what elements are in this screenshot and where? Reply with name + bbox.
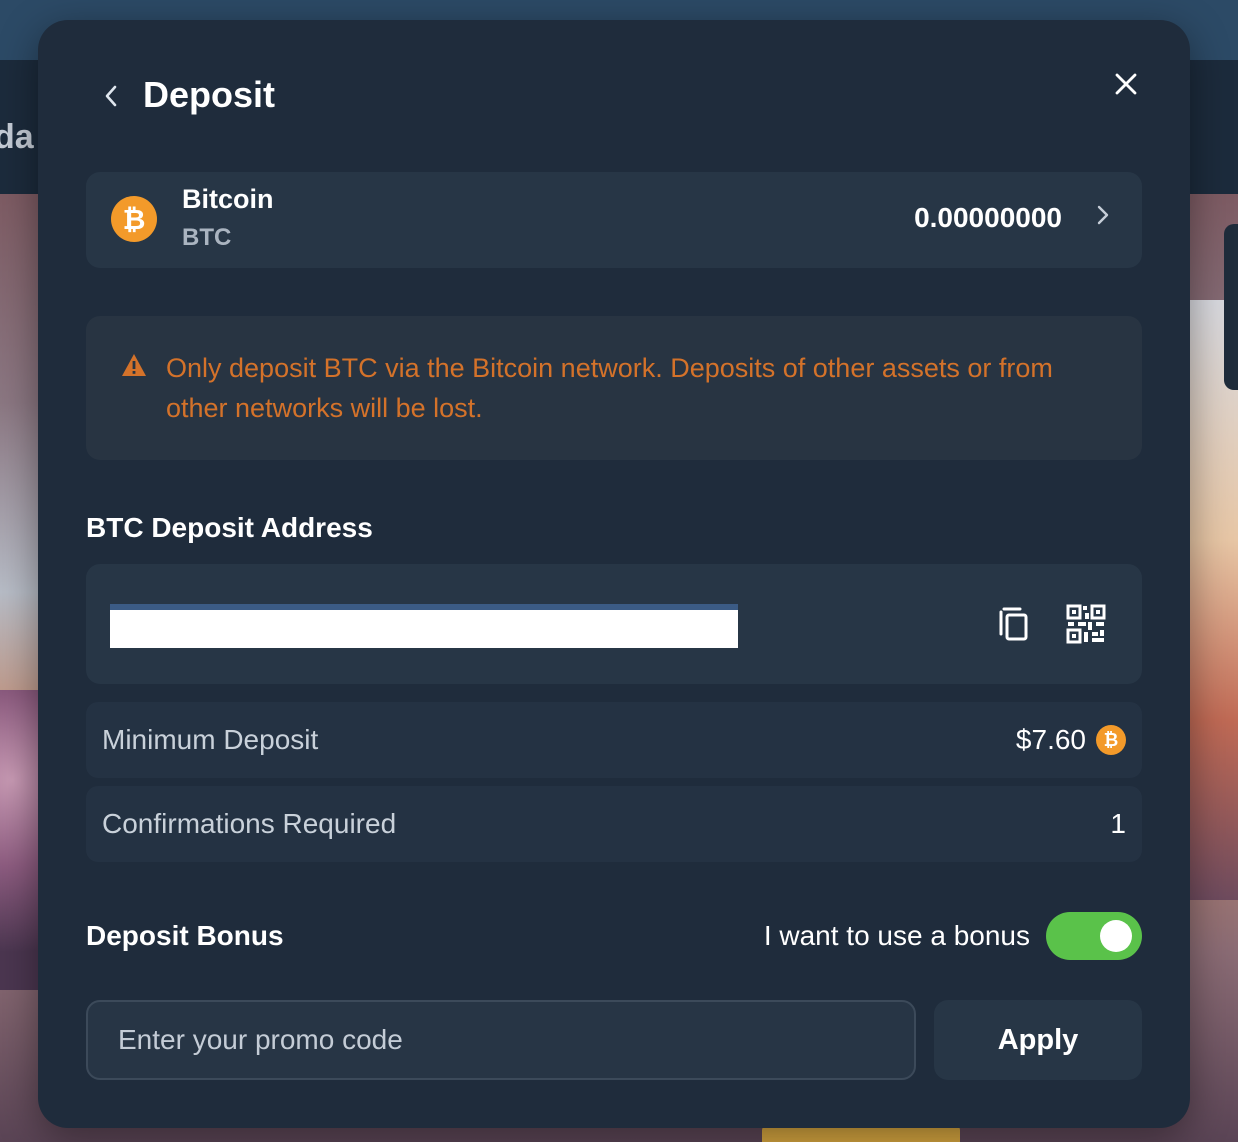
minimum-deposit-row: Minimum Deposit $7.60 ₿	[86, 702, 1142, 778]
modal-title: Deposit	[143, 74, 276, 115]
close-button[interactable]	[1110, 68, 1142, 100]
promo-code-input[interactable]	[86, 1000, 916, 1080]
bonus-toggle-label: I want to use a bonus	[763, 920, 1030, 951]
deposit-address-value[interactable]	[110, 604, 738, 648]
qr-code-button[interactable]	[1066, 604, 1106, 644]
close-icon	[1115, 73, 1137, 95]
background-side-tab[interactable]	[1224, 224, 1238, 390]
back-button[interactable]	[98, 80, 124, 112]
warning-triangle-icon	[122, 354, 146, 376]
minimum-deposit-value: $7.60	[1015, 724, 1086, 755]
currency-name: Bitcoin	[182, 184, 274, 214]
copy-icon	[999, 607, 1028, 641]
currency-balance: 0.00000000	[914, 202, 1062, 233]
background-nav-text: da	[0, 118, 34, 156]
toggle-knob	[1100, 920, 1132, 952]
bitcoin-icon: ₿	[111, 196, 157, 242]
currency-symbol: BTC	[182, 224, 232, 251]
apply-button[interactable]: Apply	[934, 1000, 1142, 1080]
bonus-toggle[interactable]	[1046, 912, 1142, 960]
confirmations-row: Confirmations Required 1	[86, 786, 1142, 862]
deposit-bonus-title: Deposit Bonus	[86, 920, 284, 951]
chevron-left-icon	[105, 85, 117, 107]
bitcoin-icon: ₿	[1096, 725, 1126, 755]
background-bottom-item	[762, 1126, 960, 1142]
copy-address-button[interactable]	[996, 604, 1032, 644]
warning-text: Only deposit BTC via the Bitcoin network…	[166, 353, 1053, 423]
address-box	[86, 564, 1142, 684]
chevron-right-icon	[1096, 202, 1110, 234]
network-warning: Only deposit BTC via the Bitcoin network…	[86, 316, 1142, 460]
minimum-deposit-label: Minimum Deposit	[102, 724, 319, 755]
confirmations-value: 1	[1110, 808, 1126, 839]
address-section-title: BTC Deposit Address	[86, 512, 373, 543]
currency-selector[interactable]: ₿ Bitcoin BTC 0.00000000	[86, 172, 1142, 268]
confirmations-label: Confirmations Required	[102, 808, 397, 839]
minimum-deposit-value-group: $7.60 ₿	[1016, 724, 1126, 756]
qr-code-icon	[1066, 604, 1106, 644]
